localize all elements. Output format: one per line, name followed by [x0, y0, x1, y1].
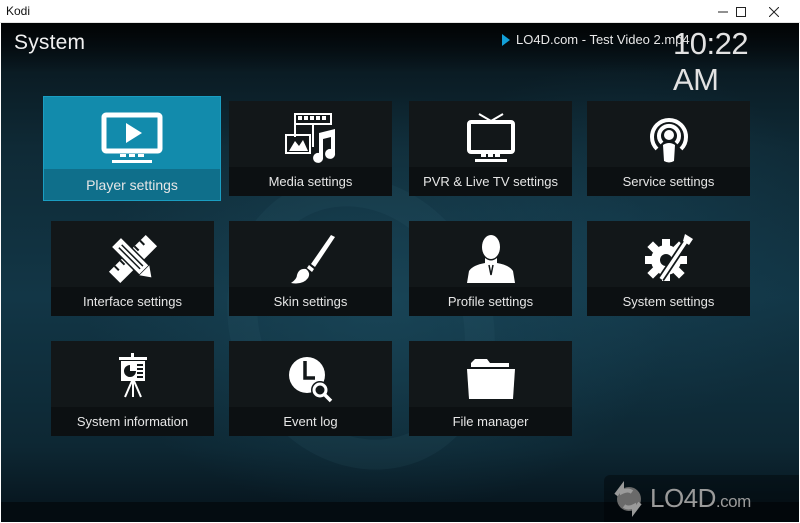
folder-icon	[466, 359, 515, 399]
play-indicator-icon	[502, 33, 510, 46]
tile-label-bar: System information	[51, 407, 214, 436]
clock: 10:22 AM	[673, 26, 749, 97]
close-icon	[769, 6, 779, 17]
podcast-broadcast-icon	[649, 117, 688, 163]
tv-antenna-icon	[466, 113, 515, 162]
tile-event-log[interactable]: Event log	[229, 341, 392, 436]
presentation-board-icon	[118, 353, 147, 398]
maximize-button[interactable]	[724, 0, 758, 23]
page-title: System	[14, 31, 86, 54]
watermark-text: LO4D.com	[650, 483, 751, 514]
user-profile-icon	[466, 235, 515, 283]
tile-label-bar: Event log	[229, 407, 392, 436]
tile-label-bar: Player settings	[44, 169, 220, 200]
now-playing-title: LO4D.com - Test Video 2.mp4	[516, 32, 690, 47]
pencil-ruler-icon	[108, 234, 157, 284]
close-button[interactable]	[757, 0, 791, 23]
tile-label: Interface settings	[83, 294, 182, 309]
tile-label-bar: PVR & Live TV settings	[409, 167, 572, 196]
tile-file-manager[interactable]: File manager	[409, 341, 572, 436]
tile-system-information[interactable]: System information	[51, 341, 214, 436]
tile-label-bar: Service settings	[587, 167, 750, 196]
window-title: Kodi	[6, 4, 31, 18]
tile-label-bar: Skin settings	[229, 287, 392, 316]
tile-system-settings[interactable]: System settings	[587, 221, 750, 316]
monitor-play-icon	[101, 112, 163, 163]
tile-label: System settings	[622, 294, 715, 309]
tile-label: File manager	[452, 414, 529, 429]
tile-label: Player settings	[86, 176, 178, 193]
tile-label: Service settings	[622, 174, 715, 189]
tile-label-bar: Interface settings	[51, 287, 214, 316]
tile-label: PVR & Live TV settings	[423, 174, 558, 189]
tile-label-bar: File manager	[409, 407, 572, 436]
tile-label-bar: Profile settings	[409, 287, 572, 316]
now-playing[interactable]: LO4D.com - Test Video 2.mp4	[502, 32, 690, 47]
lo4d-watermark: LO4D.com	[604, 475, 799, 522]
tile-label: Profile settings	[447, 294, 534, 309]
tile-media-settings[interactable]: Media settings	[229, 101, 392, 196]
tile-label: Media settings	[268, 174, 353, 189]
kodi-main-view: System LO4D.com - Test Video 2.mp4 10:22…	[1, 23, 799, 522]
watermark-suffix: .com	[715, 492, 751, 511]
media-icon	[284, 113, 335, 163]
tile-player-settings[interactable]: Player settings	[44, 97, 220, 200]
maximize-icon	[736, 6, 746, 17]
tile-service-settings[interactable]: Service settings	[587, 101, 750, 196]
tile-interface-settings[interactable]: Interface settings	[51, 221, 214, 316]
tile-pvr-live-tv-settings[interactable]: PVR & Live TV settings	[409, 101, 572, 196]
tile-label: Event log	[283, 414, 338, 429]
window-titlebar: Kodi	[0, 0, 800, 23]
paintbrush-icon	[290, 235, 335, 284]
tile-profile-settings[interactable]: Profile settings	[409, 221, 572, 316]
tile-label: Skin settings	[273, 294, 348, 309]
tile-skin-settings[interactable]: Skin settings	[229, 221, 392, 316]
watermark-brand: LO4D	[650, 483, 716, 513]
tile-label-bar: System settings	[587, 287, 750, 316]
gear-wrench-icon	[644, 234, 693, 281]
tile-label: System information	[76, 414, 189, 429]
tile-label-bar: Media settings	[229, 167, 392, 196]
lo4d-logo-icon	[614, 480, 642, 517]
clock-search-icon	[288, 357, 332, 403]
